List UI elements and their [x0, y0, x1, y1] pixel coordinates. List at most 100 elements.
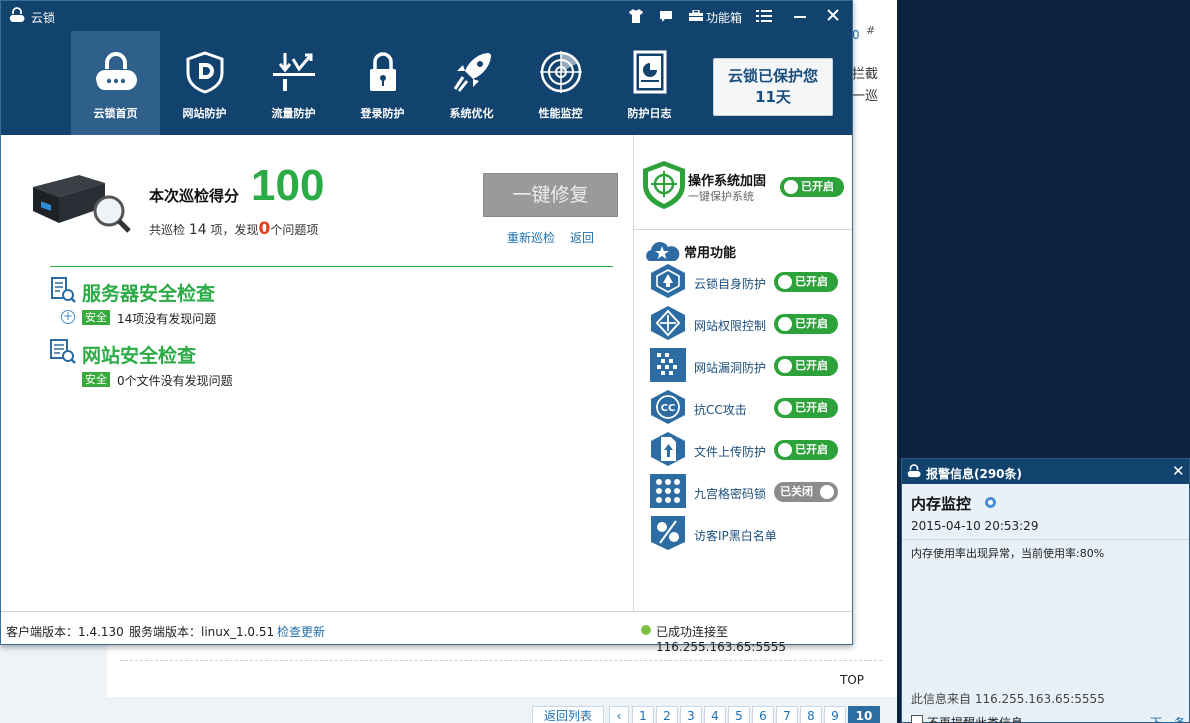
- toggle-label: 已开启: [795, 359, 828, 372]
- nav-label: 系统优化: [449, 107, 494, 120]
- safe-badge: 安全: [82, 372, 110, 387]
- rocket-icon: [453, 53, 491, 92]
- nav-item-protect-log[interactable]: 防护日志: [605, 31, 694, 135]
- one-click-fix-button[interactable]: 一键修复: [483, 173, 618, 217]
- self-protect-icon: [651, 264, 685, 298]
- toggle-label: 已开启: [795, 443, 828, 456]
- dont-remind-checkbox[interactable]: [911, 715, 923, 723]
- reply-number[interactable]: 0: [852, 28, 860, 42]
- top-link[interactable]: TOP: [840, 673, 864, 687]
- page-link[interactable]: 2: [656, 706, 678, 723]
- divider: [634, 229, 852, 230]
- alert-close-icon[interactable]: ✕: [1172, 462, 1185, 480]
- website-check-desc: 0个文件没有发现问题: [117, 374, 233, 388]
- os-harden-toggle[interactable]: 已开启: [780, 177, 844, 197]
- nine-grid-lock-toggle[interactable]: 已关闭: [774, 482, 838, 502]
- toolbox-label[interactable]: 功能箱: [706, 9, 742, 26]
- alert-header[interactable]: 报警信息(290条) ✕: [902, 459, 1189, 484]
- nav-item-home[interactable]: 云锁首页: [71, 31, 160, 135]
- window-title: 云锁: [31, 11, 56, 25]
- toggle-knob: [820, 485, 834, 499]
- protected-days-box: 云锁已保护您 11天: [713, 58, 833, 116]
- nav-item-traffic-protect[interactable]: 流量防护: [249, 31, 338, 135]
- background-text-fragment: 拦截: [852, 67, 879, 82]
- recheck-link[interactable]: 重新巡检: [507, 229, 555, 246]
- summary-mid: 项，发现: [210, 223, 259, 237]
- os-harden-subtitle: 一键保护系统: [688, 190, 754, 203]
- feature-label: 网站权限控制: [694, 319, 767, 333]
- title-bar[interactable]: 云锁 功能箱: [1, 1, 852, 31]
- toggle-label: 已开启: [795, 275, 828, 288]
- page-link[interactable]: 9: [824, 706, 846, 723]
- self-protect-toggle[interactable]: 已开启: [774, 272, 838, 292]
- cloud-star-icon: [646, 242, 680, 261]
- permission-control-toggle[interactable]: 已开启: [774, 314, 838, 334]
- tshirt-skin-icon[interactable]: [628, 9, 644, 23]
- toggle-label: 已关闭: [780, 485, 813, 498]
- toggle-knob: [778, 359, 792, 373]
- status-bar: 客户端版本：1.4.130 服务端版本：linux_1.0.51 检查更新 已成…: [1, 611, 852, 654]
- nav-label: 流量防护: [271, 107, 316, 120]
- nav-label: 登录防护: [360, 107, 405, 120]
- score-label: 本次巡检得分: [149, 187, 240, 205]
- alert-title: 报警信息(290条): [926, 467, 1023, 481]
- menu-icon[interactable]: [756, 10, 772, 22]
- background-left-strip: [0, 640, 107, 723]
- toggle-label: 已开启: [795, 317, 828, 330]
- nav-item-login-protect[interactable]: 登录防护: [338, 31, 427, 135]
- message-icon[interactable]: [659, 10, 673, 23]
- main-nav: 云锁首页 网站防护 流量防护 登录防护 系统优化 性能监控 防护日志 云锁已保护…: [1, 31, 852, 135]
- nine-grid-lock-icon: [650, 474, 686, 508]
- close-icon[interactable]: [827, 9, 839, 21]
- padlock-icon: [370, 52, 396, 91]
- back-to-list-button[interactable]: 返回列表: [532, 706, 604, 723]
- os-harden-title: 操作系统加固: [688, 174, 767, 189]
- score-value: 100: [251, 161, 325, 210]
- page-link-current[interactable]: 10: [848, 706, 880, 723]
- feature-label: 抗CC攻击: [694, 403, 747, 417]
- toggle-label: 已开启: [795, 401, 828, 414]
- next-alert-link[interactable]: 下一条: [1150, 714, 1186, 723]
- connection-status-dot: [641, 625, 651, 635]
- server-magnifier-icon: [33, 175, 131, 233]
- toggle-knob: [778, 401, 792, 415]
- expand-plus-icon[interactable]: +: [61, 310, 75, 324]
- alert-time: 2015-04-10 20:53:29: [911, 519, 1039, 533]
- back-link[interactable]: 返回: [570, 229, 594, 246]
- dont-remind-label[interactable]: 不再提醒此类信息: [927, 714, 1023, 723]
- ip-blacklist-icon: [651, 516, 685, 550]
- nav-label: 云锁首页: [93, 107, 138, 120]
- check-update-link[interactable]: 检查更新: [277, 623, 325, 640]
- page-link[interactable]: 5: [728, 706, 750, 723]
- divider: [50, 266, 613, 267]
- anti-cc-toggle[interactable]: 已开启: [774, 398, 838, 418]
- feature-label: 文件上传防护: [694, 445, 767, 459]
- ip-whitelist-link[interactable]: 访客IP黑白名单: [694, 527, 777, 544]
- nav-item-website-protect[interactable]: 网站防护: [160, 31, 249, 135]
- page-link[interactable]: 1: [632, 706, 654, 723]
- radar-icon: [540, 51, 582, 93]
- yunsuo-logo-icon: [9, 7, 25, 22]
- nav-item-system-optimize[interactable]: 系统优化: [427, 31, 516, 135]
- protected-days-line1: 云锁已保护您: [727, 67, 818, 85]
- toolbox-icon[interactable]: [688, 10, 704, 22]
- file-upload-protect-toggle[interactable]: 已开启: [774, 440, 838, 460]
- page-link[interactable]: 8: [800, 706, 822, 723]
- page-link[interactable]: 3: [680, 706, 702, 723]
- page-link[interactable]: 6: [752, 706, 774, 723]
- toggle-knob: [784, 180, 798, 194]
- nav-item-performance-monitor[interactable]: 性能监控: [516, 31, 605, 135]
- toggle-knob: [778, 443, 792, 457]
- server-check-icon: [51, 277, 76, 303]
- page-link[interactable]: 4: [704, 706, 726, 723]
- toggle-knob: [778, 317, 792, 331]
- prev-page-arrow[interactable]: ‹: [609, 706, 629, 723]
- hash-mark: #: [866, 24, 876, 37]
- permission-control-icon: [651, 306, 685, 340]
- minimize-icon[interactable]: [794, 13, 806, 19]
- traffic-arrows-icon: [273, 53, 315, 91]
- page-link[interactable]: 7: [776, 706, 798, 723]
- vulnerability-protect-toggle[interactable]: 已开启: [774, 356, 838, 376]
- log-document-icon: [633, 50, 667, 94]
- toggle-label: 已开启: [801, 180, 834, 193]
